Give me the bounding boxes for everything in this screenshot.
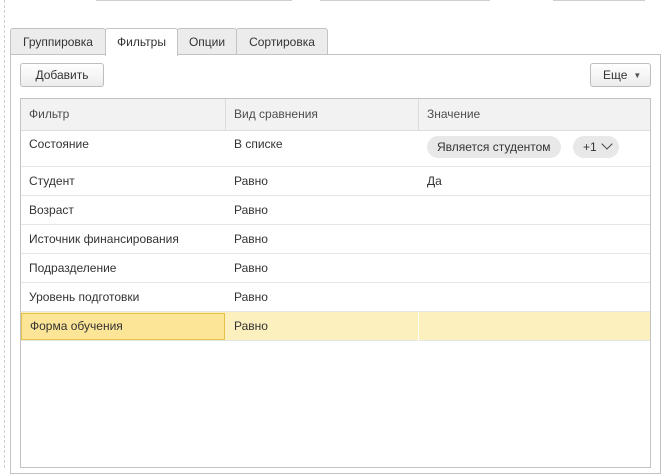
value-cell[interactable] xyxy=(419,225,650,254)
top-border-segment xyxy=(553,0,645,1)
value-cell[interactable] xyxy=(419,196,650,225)
table-row[interactable]: Возраст Равно xyxy=(21,196,650,225)
comparison-cell[interactable]: Равно xyxy=(226,196,419,225)
value-cell[interactable] xyxy=(419,254,650,283)
caret-down-icon: ▼ xyxy=(633,71,642,80)
column-header-filter[interactable]: Фильтр xyxy=(21,99,226,130)
value-cell[interactable] xyxy=(419,283,650,312)
filter-cell[interactable]: Источник финансирования xyxy=(21,225,226,254)
table-row[interactable]: Подразделение Равно xyxy=(21,254,650,283)
comparison-cell[interactable]: Равно xyxy=(226,254,419,283)
tab-filters[interactable]: Фильтры xyxy=(105,28,178,56)
comparison-cell[interactable]: Равно xyxy=(226,225,419,254)
filter-cell[interactable]: Уровень подготовки xyxy=(21,283,226,312)
table-row[interactable]: Студент Равно Да xyxy=(21,167,650,196)
comparison-cell[interactable]: Равно xyxy=(226,283,419,312)
tab-grouping[interactable]: Группировка xyxy=(10,28,106,54)
comparison-cell[interactable]: В списке xyxy=(226,130,419,167)
value-cell[interactable]: Является студентом +1 xyxy=(419,130,650,167)
more-button-label: Еще xyxy=(603,68,628,82)
table-row[interactable]: Состояние В списке Является студентом +1 xyxy=(21,130,650,167)
filters-table: Фильтр Вид сравнения Значение Состояние … xyxy=(20,98,651,468)
column-header-comparison[interactable]: Вид сравнения xyxy=(226,99,419,130)
tab-sorting[interactable]: Сортировка xyxy=(236,28,328,54)
top-border-segment xyxy=(96,0,292,1)
filter-cell-focused[interactable]: Форма обучения xyxy=(21,313,225,340)
table-header: Фильтр Вид сравнения Значение xyxy=(21,99,650,131)
filter-cell[interactable]: Состояние xyxy=(21,130,226,167)
comparison-cell[interactable]: Равно xyxy=(226,167,419,196)
more-button[interactable]: Еще ▼ xyxy=(590,63,651,87)
value-cell[interactable] xyxy=(419,312,650,341)
table-row[interactable]: Уровень подготовки Равно xyxy=(21,283,650,312)
top-border xyxy=(0,0,665,2)
frame-dashed-border xyxy=(4,0,5,468)
column-header-value[interactable]: Значение xyxy=(419,99,650,130)
tab-options[interactable]: Опции xyxy=(177,28,237,54)
filter-cell[interactable]: Подразделение xyxy=(21,254,226,283)
more-values-chip[interactable]: +1 xyxy=(573,136,619,158)
filter-cell[interactable]: Студент xyxy=(21,167,226,196)
filter-cell[interactable]: Возраст xyxy=(21,196,226,225)
add-button[interactable]: Добавить xyxy=(20,63,104,87)
table-row-selected[interactable]: Форма обучения Равно xyxy=(21,312,650,341)
chevron-down-icon xyxy=(601,138,613,150)
more-values-count: +1 xyxy=(583,140,597,154)
value-cell[interactable]: Да xyxy=(419,167,650,196)
comparison-cell[interactable]: Равно xyxy=(226,312,419,341)
top-border-segment xyxy=(320,0,490,1)
value-chip[interactable]: Является студентом xyxy=(427,136,561,158)
table-row[interactable]: Источник финансирования Равно xyxy=(21,225,650,254)
